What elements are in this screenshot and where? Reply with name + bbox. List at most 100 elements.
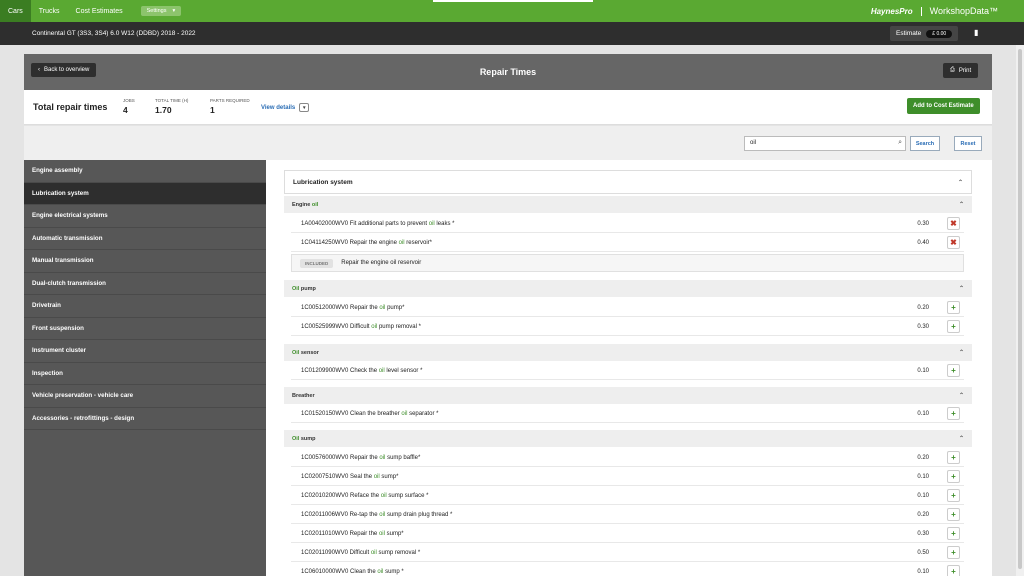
sidebar-item-engine-electrical[interactable]: Engine electrical systems: [24, 205, 266, 228]
print-button[interactable]: ⎙ Print: [943, 63, 979, 78]
chevron-up-icon[interactable]: ⌃: [959, 392, 964, 399]
search-button[interactable]: Search: [910, 136, 940, 151]
sidebar-item-accessories[interactable]: Accessories - retrofittings - design: [24, 408, 266, 430]
time-value: 1.70: [155, 105, 172, 115]
section-text: sensor: [299, 349, 319, 356]
tab-cost-estimates[interactable]: Cost Estimates: [68, 0, 131, 22]
trash-icon[interactable]: ▮: [974, 28, 978, 37]
row-text: 1C00512000WV0 Repair the oil pump*: [291, 305, 899, 311]
row-time: 0.10: [917, 473, 929, 480]
add-icon[interactable]: +: [947, 451, 960, 464]
printer-icon: ⎙: [950, 67, 955, 73]
add-icon[interactable]: +: [947, 508, 960, 521]
search-input[interactable]: oil ⌕: [744, 136, 906, 151]
back-to-overview-button[interactable]: ‹ Back to overview: [31, 63, 97, 77]
add-icon[interactable]: +: [947, 546, 960, 559]
row-text-part: pump*: [385, 304, 405, 311]
sidebar-item-dual-clutch[interactable]: Dual-clutch transmission: [24, 273, 266, 295]
row-text: 1A00402000WV0 Fit additional parts to pr…: [291, 221, 899, 227]
section-title: Breather: [292, 393, 315, 399]
card-title: Lubrication system: [293, 178, 353, 186]
row-time: 0.30: [917, 220, 929, 227]
sidebar-item-inspection[interactable]: Inspection: [24, 363, 266, 385]
sidebar-item-lubrication-system[interactable]: Lubrication system: [24, 182, 266, 205]
add-icon[interactable]: +: [947, 527, 960, 540]
chevron-down-icon[interactable]: ▾: [299, 103, 310, 112]
workshopdata-logo: WorkshopData™: [929, 6, 998, 16]
page-title: Repair Times: [479, 67, 537, 77]
time-caption: TOTAL TIME (H): [155, 98, 189, 103]
section-header[interactable]: Oil sump ⌃: [284, 430, 972, 447]
add-to-cost-estimate-button[interactable]: Add to Cost Estimate: [907, 98, 980, 114]
table-row: 1C02011090WV0 Difficult oil sump removal…: [291, 544, 964, 562]
remove-icon[interactable]: ✖: [947, 217, 960, 230]
total-repair-times-label: Total repair times: [33, 102, 108, 112]
section-header[interactable]: Oil sensor ⌃: [284, 344, 972, 361]
row-time: 0.20: [917, 511, 929, 518]
chevron-up-icon[interactable]: ⌃: [959, 285, 964, 292]
summary-bar: Total repair times JOBS 4 TOTAL TIME (H) 1…: [24, 90, 992, 125]
tab-trucks[interactable]: Trucks: [31, 0, 68, 22]
scrollbar-thumb[interactable]: [1018, 49, 1022, 569]
sidebar-item-instrument-cluster[interactable]: Instrument cluster: [24, 340, 266, 363]
page-scrollbar[interactable]: [1016, 45, 1024, 576]
add-icon[interactable]: +: [947, 364, 960, 377]
repair-times-content: Lubrication system ⌃ Engine oil ⌃ 1A004020…: [266, 160, 992, 576]
row-text: 1C01209900WV0 Check the oil level sensor…: [291, 368, 899, 374]
chevron-up-icon[interactable]: ⌃: [959, 349, 964, 356]
row-text-part: 1C00512000WV0 Repair the: [301, 304, 380, 311]
row-text: 1C02007510WV0 Seal the oil sump*: [291, 474, 899, 480]
tab-cars[interactable]: Cars: [0, 0, 31, 22]
add-icon[interactable]: +: [947, 565, 960, 576]
row-text: 1C02011010WV0 Repair the oil sump*: [291, 531, 899, 537]
chevron-down-icon: ▾: [172, 8, 176, 14]
card-header[interactable]: Lubrication system ⌃: [284, 170, 972, 194]
row-text-part: 1C01209900WV0 Check the: [301, 367, 379, 374]
add-icon[interactable]: +: [947, 407, 960, 420]
sidebar-item-drivetrain[interactable]: Drivetrain: [24, 295, 266, 318]
section-highlight: oil: [311, 201, 319, 208]
row-text: 1C00525999WV0 Difficult oil pump removal…: [291, 324, 899, 330]
add-icon[interactable]: +: [947, 320, 960, 333]
row-text-part: 1C02011090WV0 Difficult: [301, 549, 371, 556]
sidebar-item-manual-transmission[interactable]: Manual transmission: [24, 250, 266, 273]
section-header[interactable]: Oil pump ⌃: [284, 280, 972, 297]
jobs-stat: JOBS 4: [123, 98, 135, 115]
add-icon[interactable]: +: [947, 301, 960, 314]
remove-icon[interactable]: ✖: [947, 236, 960, 249]
add-icon[interactable]: +: [947, 470, 960, 483]
add-icon[interactable]: +: [947, 489, 960, 502]
reset-button[interactable]: Reset: [954, 136, 982, 151]
row-text: 1C04114250WV0 Repair the engine oil rese…: [291, 240, 899, 246]
chevron-up-icon[interactable]: ⌃: [959, 435, 964, 442]
estimate-label: Estimate: [896, 30, 922, 37]
chevron-left-icon: ‹: [38, 67, 40, 73]
chevron-up-icon[interactable]: ⌃: [958, 179, 963, 186]
row-text: 1C02011006WV0 Re-tap the oil sump drain …: [291, 512, 899, 518]
row-time: 0.10: [917, 492, 929, 499]
chevron-up-icon[interactable]: ⌃: [959, 201, 964, 208]
settings-dropdown[interactable]: Settings ▾: [140, 6, 182, 16]
jobs-value: 4: [123, 105, 128, 115]
sidebar-item-automatic-transmission[interactable]: Automatic transmission: [24, 228, 266, 250]
estimate-value: £ 0.00: [926, 29, 953, 38]
row-text-part: 1C00525999WV0 Difficult: [301, 323, 372, 330]
view-details-link[interactable]: View details ▾: [261, 103, 310, 112]
time-stat: TOTAL TIME (H) 1.70: [155, 98, 188, 115]
view-details-label: View details: [261, 104, 296, 111]
sidebar-item-engine-assembly[interactable]: Engine assembly: [24, 160, 266, 183]
top-strip: [433, 0, 593, 2]
table-row: 1C01520150WV0 Clean the breather oil sep…: [291, 405, 964, 423]
row-time: 0.20: [917, 454, 929, 461]
sidebar-item-vehicle-preservation[interactable]: Vehicle preservation - vehicle care: [24, 385, 266, 408]
panel-header: Repair Times: [24, 54, 992, 90]
row-text-part: 1C00576000WV0 Repair the: [301, 454, 380, 461]
estimate-button[interactable]: Estimate £ 0.00: [890, 26, 959, 41]
included-row: INCLUDED Repair the engine oil reservoir: [291, 254, 964, 272]
row-text-part: 1C01520150WV0 Clean the breather: [301, 410, 402, 417]
section-header[interactable]: Breather ⌃: [284, 387, 972, 404]
row-text-part: sump baffle*: [385, 454, 421, 461]
sidebar-item-front-suspension[interactable]: Front suspension: [24, 318, 266, 340]
section-header[interactable]: Engine oil ⌃: [284, 196, 972, 213]
vehicle-bar: Continental GT (3S3, 3S4) 6.0 W12 (DDBD)…: [0, 22, 1024, 45]
